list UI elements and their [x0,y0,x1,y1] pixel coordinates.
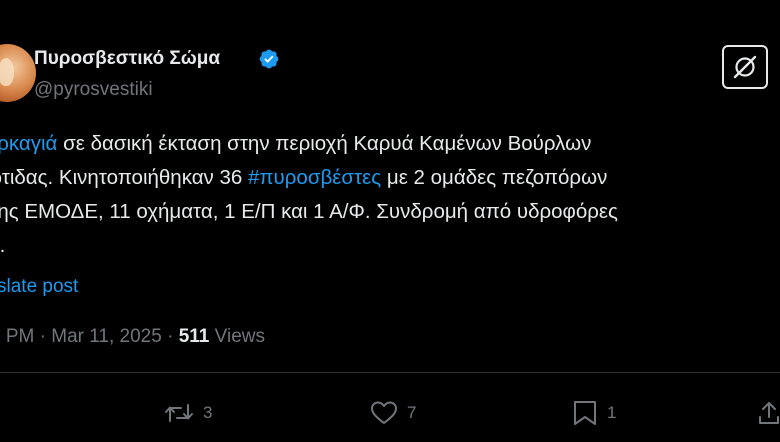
post-text-line: 4ης ΕΜΟΔΕ, 11 οχήματα, 1 Ε/Π και 1 Α/Φ. … [0,195,780,229]
post-text-segment: ώτιδας. Κινητοποιήθηκαν 36 [0,166,249,189]
share-icon [759,402,779,424]
verified-badge-icon[interactable] [258,48,280,70]
translate-post-link[interactable]: slate post [0,276,78,298]
meta-separator: · [161,326,179,347]
avatar[interactable] [0,44,36,102]
meta-separator: · [34,326,52,347]
hashtag-link[interactable]: υρκαγιά [0,132,57,155]
post-text: υρκαγιά σε δασική έκταση στην περιοχή Κα… [0,127,780,263]
post-meta: 3 PM · Mar 11, 2025 · 511 Views [0,326,265,348]
post-text-line: ώτιδας. Κινητοποιήθηκαν 36 #πυροσβέστες … [0,161,780,195]
post-text-segment: σε δασική έκταση στην περιοχή Καρυά Καμέ… [57,132,592,155]
avatar-flame-graphic [0,58,14,86]
grok-icon [733,55,757,79]
bookmark-button[interactable]: 1 [572,398,616,428]
heart-icon [371,401,397,424]
grok-button[interactable] [722,45,768,89]
bookmark-icon [574,401,596,425]
views-count: 511 [178,326,210,347]
post-text-segment: Α. [0,234,6,257]
bookmark-count: 1 [607,403,617,422]
hashtag-link[interactable]: #πυροσβέστες [248,166,381,189]
retweet-count: 3 [203,403,213,422]
post-date[interactable]: Mar 11, 2025 [51,326,162,347]
post-text-segment: με 2 ομάδες πεζοπόρων [381,166,608,189]
divider [0,372,780,373]
post-text-line: Α. [0,229,780,263]
post-view: Πυροσβεστικό Σώμα @pyrosvestiki υρκαγιά … [0,0,780,442]
views-label: Views [209,326,265,347]
post-time[interactable]: 3 PM [0,326,34,347]
author-display-name[interactable]: Πυροσβεστικό Σώμα [34,48,220,70]
share-button[interactable] [758,398,780,428]
retweet-button[interactable]: 3 [164,398,212,428]
post-text-segment: 4ης ΕΜΟΔΕ, 11 οχήματα, 1 Ε/Π και 1 Α/Φ. … [0,200,618,223]
retweet-icon [165,404,193,422]
post-text-line: υρκαγιά σε δασική έκταση στην περιοχή Κα… [0,127,780,161]
author-handle[interactable]: @pyrosvestiki [34,79,153,101]
like-count: 7 [407,403,417,422]
like-button[interactable]: 7 [370,398,416,428]
